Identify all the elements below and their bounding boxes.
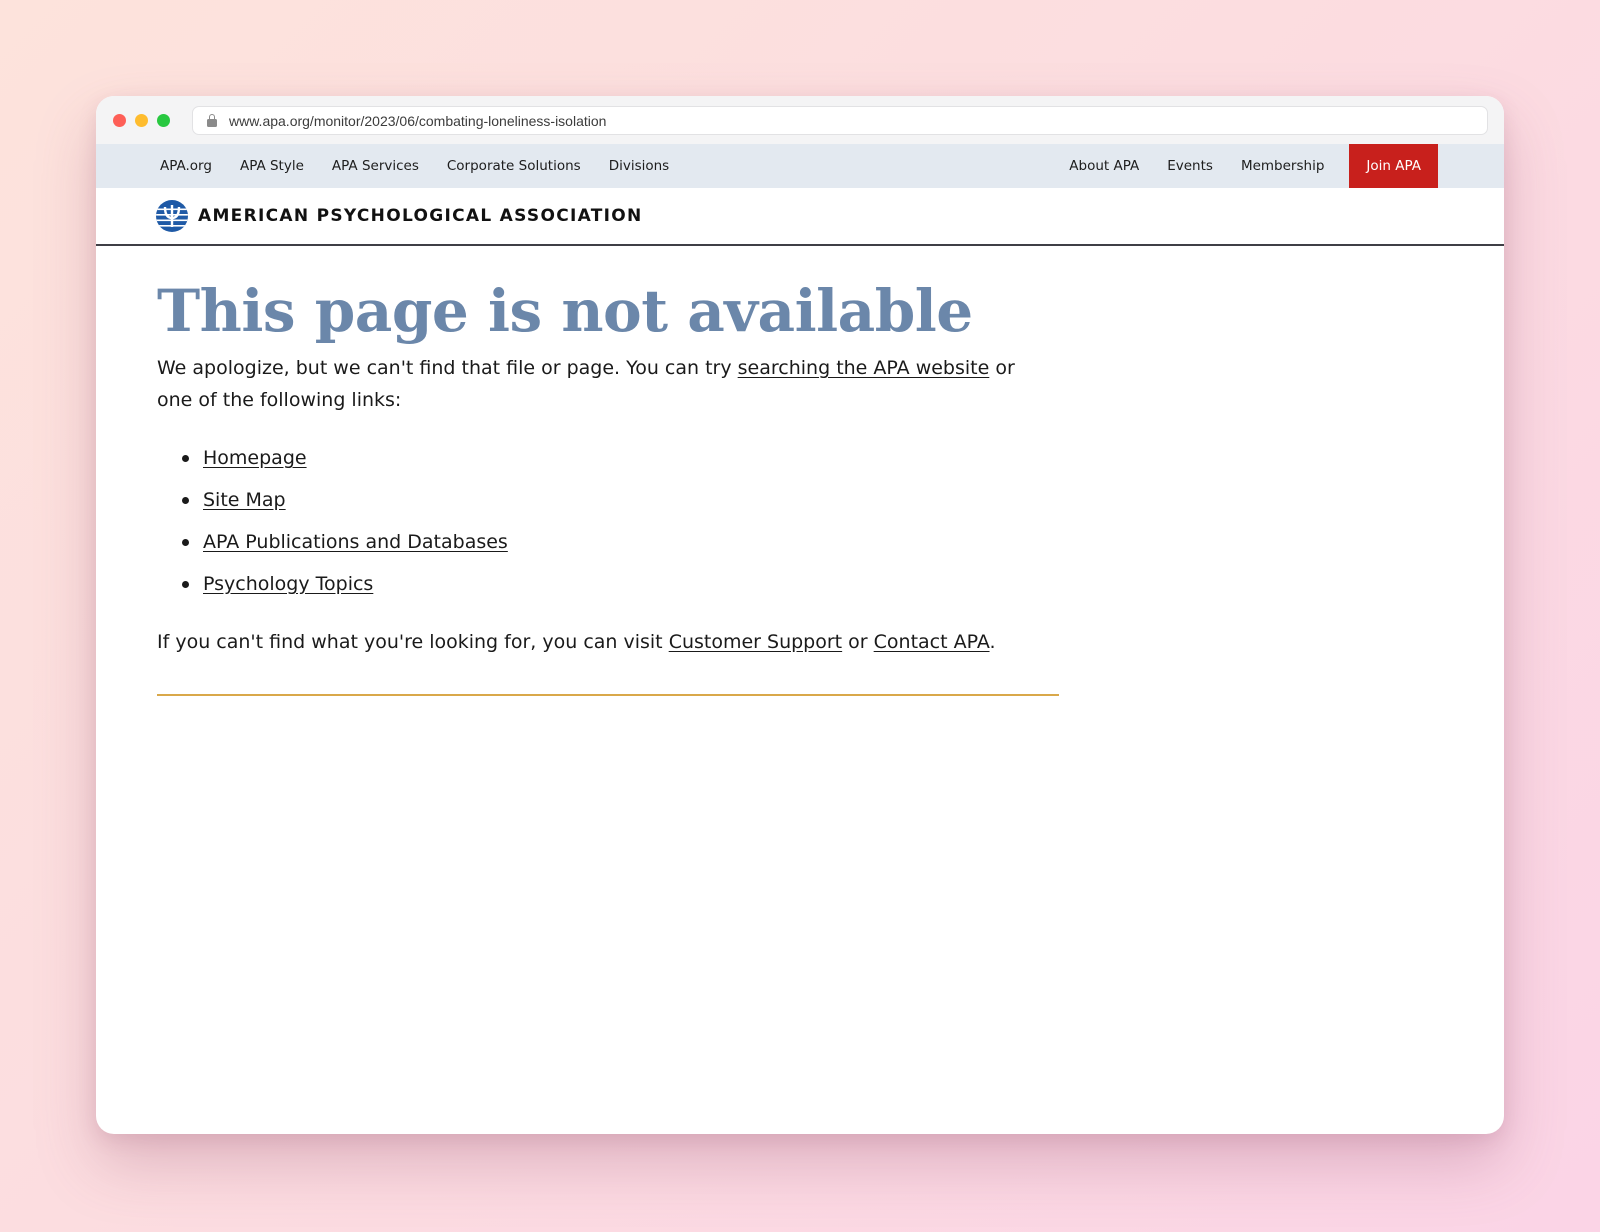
intro-paragraph: We apologize, but we can't find that fil… (157, 352, 1037, 416)
main-content: This page is not available We apologize,… (96, 246, 1116, 696)
join-apa-button[interactable]: Join APA (1349, 144, 1438, 188)
brand-bar: AMERICAN PSYCHOLOGICAL ASSOCIATION (96, 188, 1504, 246)
nav-link-apa-style[interactable]: APA Style (240, 158, 304, 174)
nav-link-membership[interactable]: Membership (1241, 158, 1324, 174)
bullet-icon (182, 496, 189, 504)
list-item: APA Publications and Databases (182, 528, 1116, 556)
support-text-after: . (989, 631, 996, 653)
nav-link-apa-services[interactable]: APA Services (332, 158, 419, 174)
support-paragraph: If you can't find what you're looking fo… (157, 628, 1116, 656)
browser-window: www.apa.org/monitor/2023/06/combating-lo… (96, 96, 1504, 1134)
nav-link-corporate-solutions[interactable]: Corporate Solutions (447, 158, 581, 174)
apa-logo-icon[interactable] (156, 200, 188, 232)
nav-link-divisions[interactable]: Divisions (609, 158, 670, 174)
search-site-link[interactable]: searching the APA website (738, 357, 990, 379)
url-text: www.apa.org/monitor/2023/06/combating-lo… (229, 112, 607, 129)
publications-databases-link[interactable]: APA Publications and Databases (203, 528, 508, 556)
list-item: Homepage (182, 444, 1116, 472)
divider (157, 694, 1059, 696)
list-item: Psychology Topics (182, 570, 1116, 598)
maximize-window-button[interactable] (157, 114, 170, 127)
support-text-mid: or (842, 631, 874, 653)
support-text-before: If you can't find what you're looking fo… (157, 631, 669, 653)
intro-text-before: We apologize, but we can't find that fil… (157, 357, 738, 379)
nav-right-group: About APA Events Membership Join APA (1069, 144, 1438, 188)
lock-icon (207, 114, 217, 127)
nav-link-about-apa[interactable]: About APA (1069, 158, 1139, 174)
nav-link-events[interactable]: Events (1167, 158, 1213, 174)
address-bar[interactable]: www.apa.org/monitor/2023/06/combating-lo… (192, 106, 1488, 135)
list-item: Site Map (182, 486, 1116, 514)
close-window-button[interactable] (113, 114, 126, 127)
site-map-link[interactable]: Site Map (203, 486, 286, 514)
page-title: This page is not available (157, 277, 973, 345)
contact-apa-link[interactable]: Contact APA (874, 631, 990, 653)
nav-left-group: APA.org APA Style APA Services Corporate… (160, 144, 669, 188)
psychology-topics-link[interactable]: Psychology Topics (203, 570, 373, 598)
helpful-links-list: Homepage Site Map APA Publications and D… (157, 444, 1116, 598)
browser-chrome: www.apa.org/monitor/2023/06/combating-lo… (96, 96, 1504, 144)
minimize-window-button[interactable] (135, 114, 148, 127)
nav-link-apa-org[interactable]: APA.org (160, 158, 212, 174)
bullet-icon (182, 454, 189, 462)
bullet-icon (182, 580, 189, 588)
top-navigation: APA.org APA Style APA Services Corporate… (96, 144, 1504, 188)
homepage-link[interactable]: Homepage (203, 444, 307, 472)
bullet-icon (182, 538, 189, 546)
customer-support-link[interactable]: Customer Support (669, 631, 842, 653)
brand-name[interactable]: AMERICAN PSYCHOLOGICAL ASSOCIATION (198, 206, 643, 226)
